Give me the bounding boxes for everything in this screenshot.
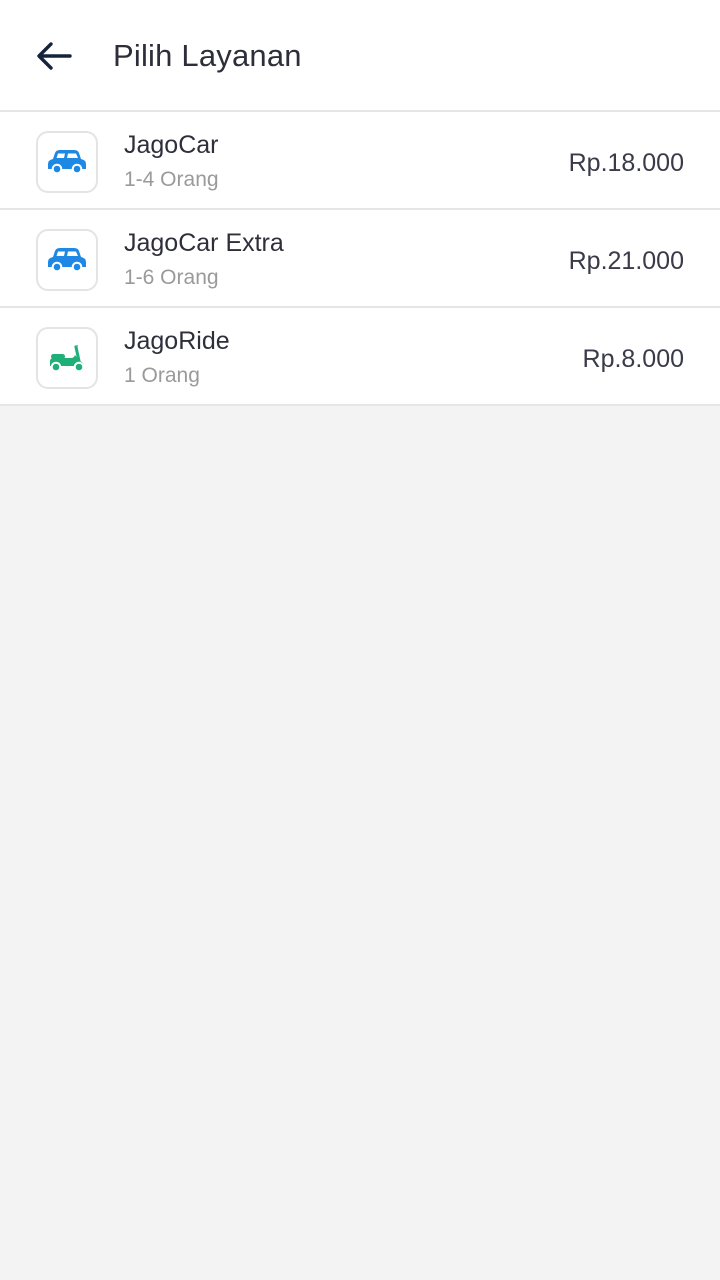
- arrow-left-icon: [37, 42, 72, 70]
- page-title: Pilih Layanan: [113, 38, 302, 73]
- service-icon-box: [36, 327, 98, 389]
- service-item-jagocar[interactable]: JagoCar 1-4 Orang Rp.18.000: [0, 112, 720, 210]
- service-name: JagoRide: [124, 327, 230, 355]
- service-icon-box: [36, 229, 98, 291]
- car-icon: [48, 248, 86, 273]
- service-item-jagoride[interactable]: JagoRide 1 Orang Rp.8.000: [0, 308, 720, 406]
- app-screen: Pilih Layanan JagoCar 1-4 Orang Rp.18.00…: [0, 0, 720, 1280]
- back-button[interactable]: [24, 30, 84, 82]
- service-name: JagoCar: [124, 131, 219, 159]
- service-name: JagoCar Extra: [124, 229, 284, 257]
- scooter-icon: [50, 345, 85, 373]
- app-bar: Pilih Layanan: [0, 0, 720, 112]
- car-icon: [48, 150, 86, 175]
- service-price: Rp.18.000: [568, 149, 684, 177]
- service-list: JagoCar 1-4 Orang Rp.18.000 JagoCar Extr…: [0, 112, 720, 406]
- service-capacity: 1-4 Orang: [124, 168, 219, 191]
- service-item-jagocar-extra[interactable]: JagoCar Extra 1-6 Orang Rp.21.000: [0, 210, 720, 308]
- service-icon-box: [36, 131, 98, 193]
- service-capacity: 1 Orang: [124, 364, 200, 387]
- service-capacity: 1-6 Orang: [124, 266, 219, 289]
- service-price: Rp.8.000: [582, 345, 684, 373]
- service-price: Rp.21.000: [568, 247, 684, 275]
